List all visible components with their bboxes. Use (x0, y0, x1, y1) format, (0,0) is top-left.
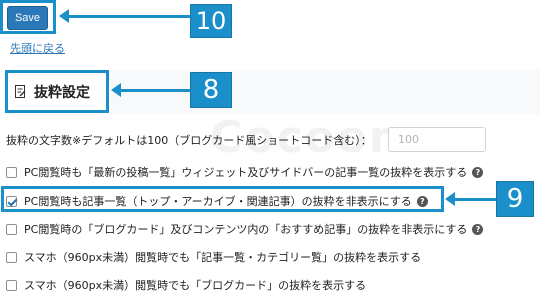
option-label: PC閲覧時も記事一覧（トップ・アーカイブ・関連記事）の抜粋を非表示にする (24, 195, 412, 208)
save-highlight-frame: Save (0, 0, 56, 34)
section-header: 抜粋設定 (5, 70, 109, 113)
excerpt-length-label: 抜粋の文字数※デフォルトは100（ブログカード風ショートコード含む）： (6, 134, 372, 147)
help-icon[interactable]: ? (472, 166, 484, 178)
arrow-head-icon (59, 9, 69, 23)
option-row[interactable]: スマホ（960px未満）閲覧時でも「記事一覧・カテゴリー覧」の抜粋を表示する (6, 249, 421, 265)
option-label: スマホ（960px未満）閲覧時でも「記事一覧・カテゴリー覧」の抜粋を表示する (24, 251, 422, 264)
callout-arrow-save (59, 9, 190, 23)
callout-badge-save: 10 (190, 4, 232, 38)
section-title: 抜粋設定 (34, 85, 90, 101)
callout-arrow-option (445, 192, 496, 206)
option-row[interactable]: PC閲覧時も「最新の投稿一覧」ウィジェット及びサイドバーの記事一覧の抜粋を表示す… (6, 164, 484, 180)
option-checkbox[interactable] (6, 166, 17, 178)
option-label: PC閲覧時の「ブログカード」及びコンテンツ内の「おすすめ記事」の抜粋を非表示にす… (24, 223, 468, 236)
option-checkbox-checked[interactable] (6, 195, 17, 207)
option-row[interactable]: PC閲覧時も記事一覧（トップ・アーカイブ・関連記事）の抜粋を非表示にする ? (6, 193, 428, 209)
save-button[interactable]: Save (7, 6, 48, 30)
callout-badge-section: 8 (190, 72, 232, 108)
help-icon[interactable]: ? (416, 195, 428, 207)
help-icon[interactable]: ? (472, 223, 484, 235)
edit-document-icon (15, 85, 26, 98)
arrow-head-icon (445, 192, 455, 206)
excerpt-length-input[interactable]: 100 (388, 127, 486, 152)
arrow-head-icon (111, 83, 121, 97)
option-row[interactable]: PC閲覧時の「ブログカード」及びコンテンツ内の「おすすめ記事」の抜粋を非表示にす… (6, 221, 484, 237)
excerpt-length-row: 抜粋の文字数※デフォルトは100（ブログカード風ショートコード含む）： (6, 132, 372, 148)
option-label: PC閲覧時も「最新の投稿一覧」ウィジェット及びサイドバーの記事一覧の抜粋を表示す… (24, 166, 468, 179)
section-header-bg (111, 70, 540, 114)
option-checkbox[interactable] (6, 223, 17, 235)
option-label: スマホ（960px未満）閲覧時でも「ブログカード」の抜粋を表示する (24, 279, 367, 292)
option-checkbox[interactable] (6, 279, 17, 291)
callout-arrow-section (111, 83, 190, 97)
option-row[interactable]: スマホ（960px未満）閲覧時でも「ブログカード」の抜粋を表示する (6, 277, 366, 293)
callout-badge-option: 9 (496, 181, 534, 217)
option-checkbox[interactable] (6, 251, 17, 263)
back-to-top-link[interactable]: 先頭に戻る (10, 40, 65, 56)
